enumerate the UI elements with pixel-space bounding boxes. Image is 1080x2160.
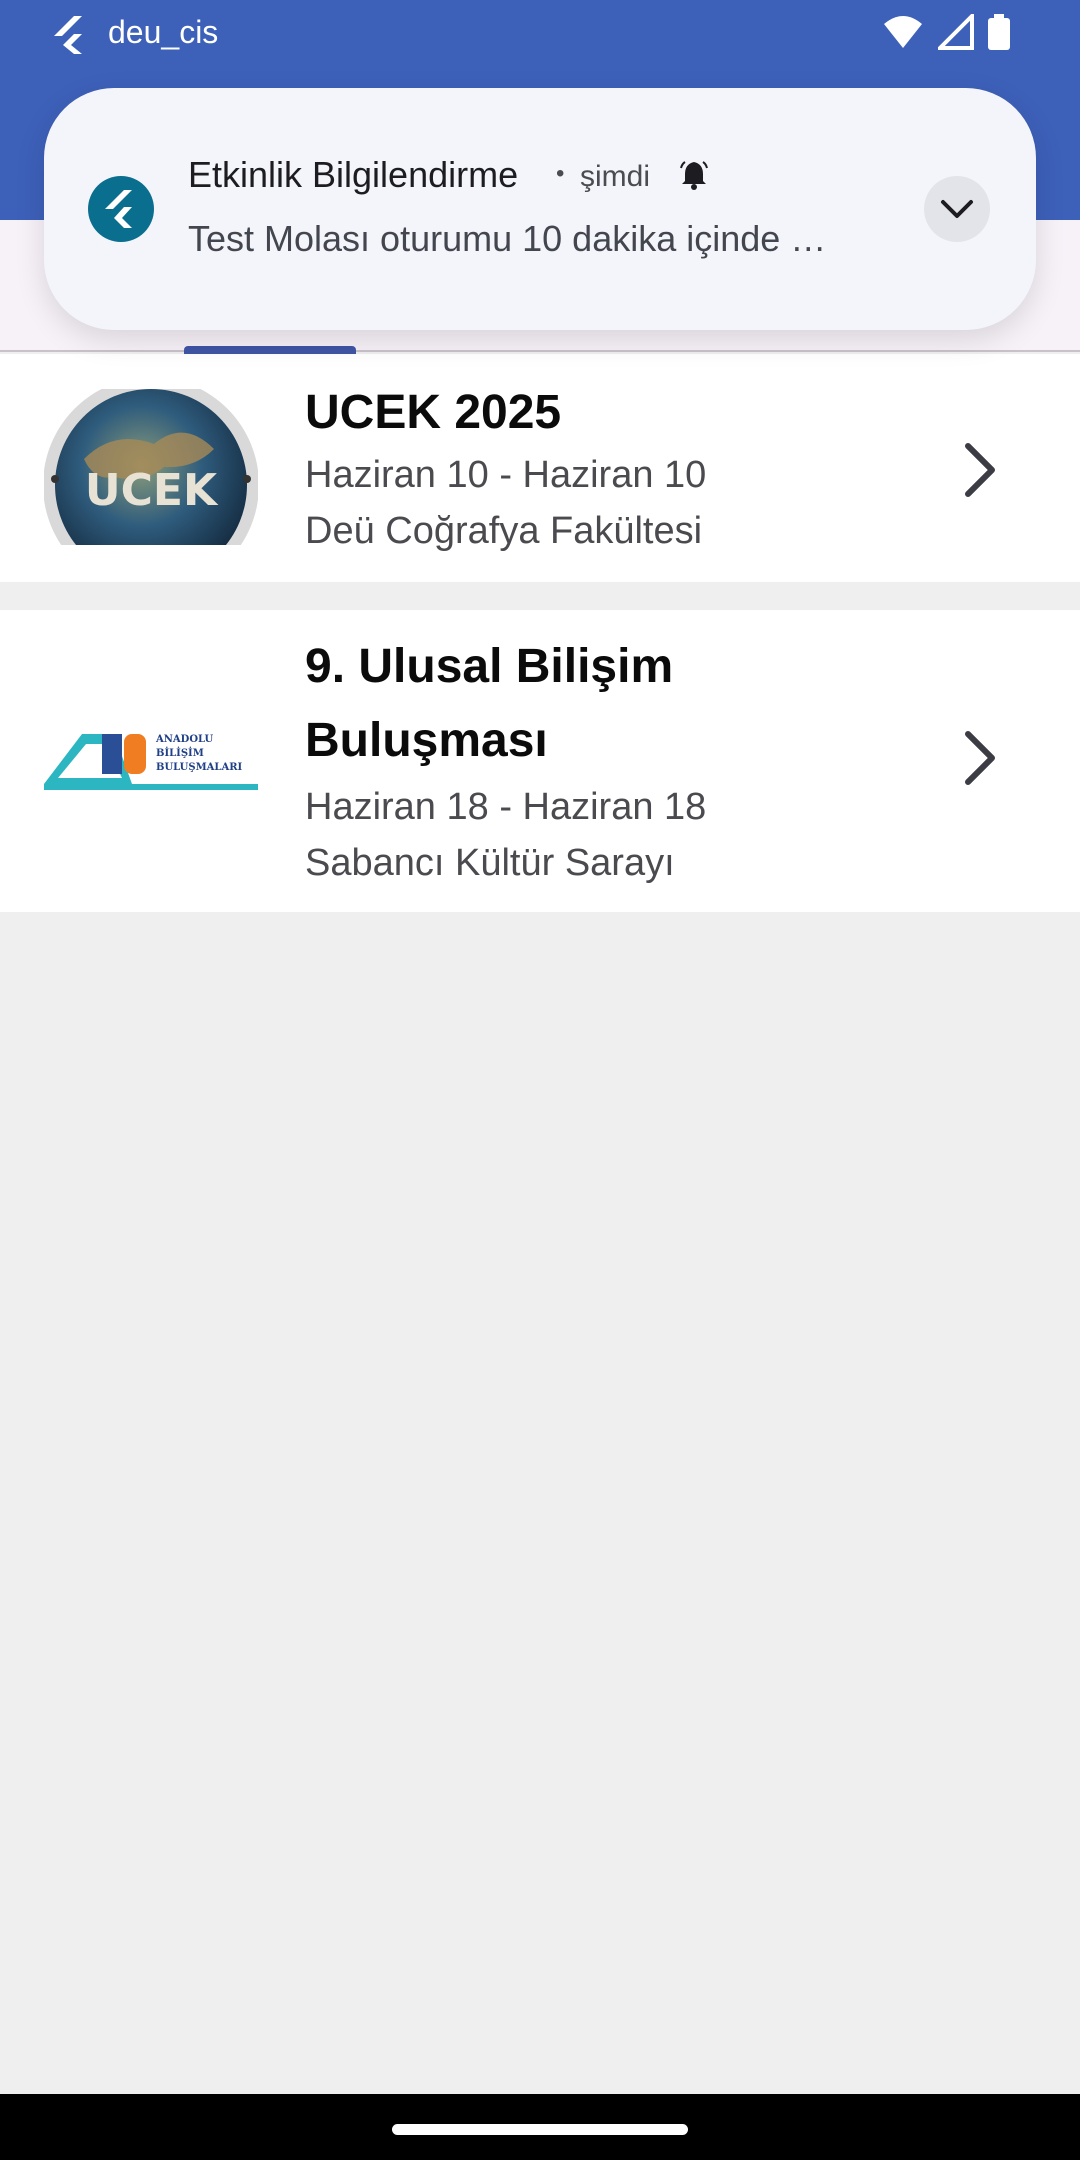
event-title: 9. Ulusal Bilişim Buluşması [305,640,674,767]
home-handle[interactable] [392,2124,688,2135]
status-icons [882,14,1010,50]
event-date: Haziran 10 - Haziran 10 [305,454,707,496]
abb-logo: ANADOLU BİLİŞİM BULUŞMALARI [44,734,258,790]
event-date: Haziran 18 - Haziran 18 [305,786,707,828]
svg-text:BİLİŞİM: BİLİŞİM [156,746,204,759]
wifi-icon [884,16,922,48]
chevron-down-icon [941,200,973,218]
app-name: deu_cis [108,14,219,50]
signal-icon [938,14,974,50]
flutter-icon [54,16,82,54]
notification-separator: • [556,160,565,187]
event-venue: Sabancı Kültür Sarayı [305,842,675,884]
flutter-icon [88,176,154,242]
chevron-right-icon[interactable] [960,728,1000,788]
event-title: UCEK 2025 [305,386,562,439]
svg-text:ANADOLU: ANADOLU [155,734,214,745]
event-venue: Deü Coğrafya Fakültesi [305,510,703,552]
battery-icon [988,14,1010,50]
tab-indicator [184,346,356,354]
notification-title: Etkinlik Bilgilendirme [188,154,519,195]
svg-text:BULUŞMALARI: BULUŞMALARI [156,762,243,773]
notification-body: Test Molası oturumu 10 dakika içinde … [188,218,827,259]
notification-card[interactable]: Etkinlik Bilgilendirme • şimdi Test Mola… [44,88,1036,330]
chevron-right-icon[interactable] [960,440,1000,500]
notification-time: şimdi [580,160,651,193]
event-card[interactable]: UCEK UCEK 2025 Haziran 10 - Haziran 10 D… [0,354,1080,582]
svg-text:UCEK: UCEK [85,465,219,516]
expand-button[interactable] [924,176,990,242]
bell-icon [680,161,708,190]
event-card[interactable]: ANADOLU BİLİŞİM BULUŞMALARI 9. Ulusal Bi… [0,610,1080,912]
ucek-logo: UCEK [44,389,258,545]
status-bar: deu_cis [0,0,1080,70]
